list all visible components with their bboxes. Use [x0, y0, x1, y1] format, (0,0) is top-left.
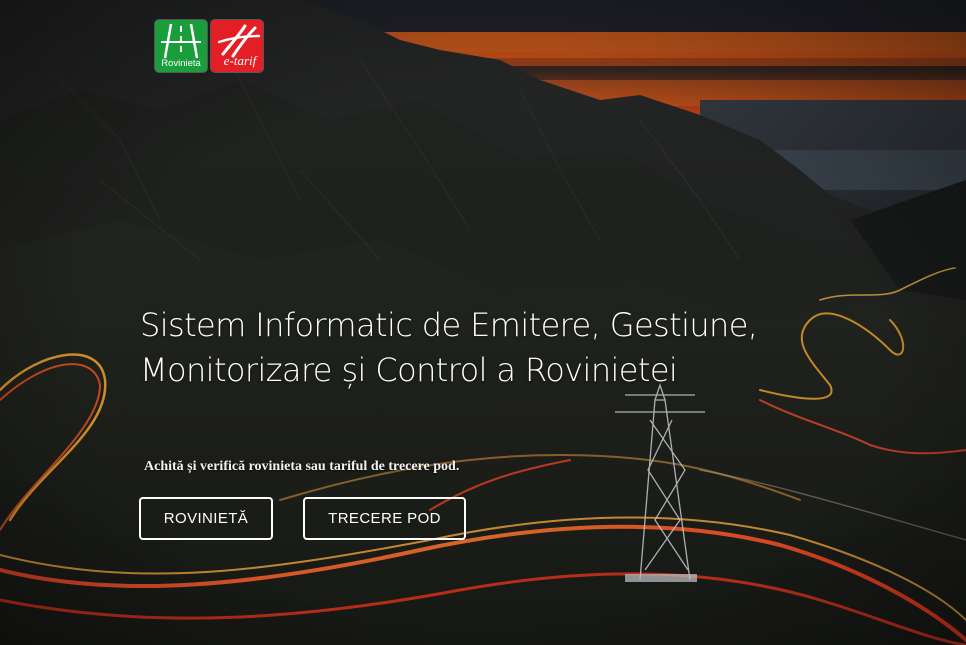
hero-headline-line-1: Sistem Informatic de Emitere, Gestiune, [140, 306, 758, 344]
etarif-logo[interactable]: e-tarif [211, 20, 263, 72]
rovinieta-logo[interactable]: Rovinieta [155, 20, 207, 72]
hero-headline-line-2: Monitorizare și Control a Rovinietei [140, 351, 678, 389]
hero-subtitle: Achită și verifică rovinieta sau tariful… [144, 459, 460, 474]
brand-logos: Rovinieta e-tarif [155, 20, 263, 72]
rovinieta-logo-label: Rovinieta [161, 58, 201, 69]
trecere-pod-button[interactable]: TRECERE POD [303, 497, 466, 540]
etarif-logo-label: e-tarif [223, 53, 257, 68]
hero-headline: Sistem Informatic de Emitere, Gestiune, … [140, 303, 840, 393]
landing-page: Rovinieta e-tarif Sistem Informatic de E… [0, 0, 966, 645]
rovinieta-button[interactable]: ROVINIETĂ [139, 497, 273, 540]
